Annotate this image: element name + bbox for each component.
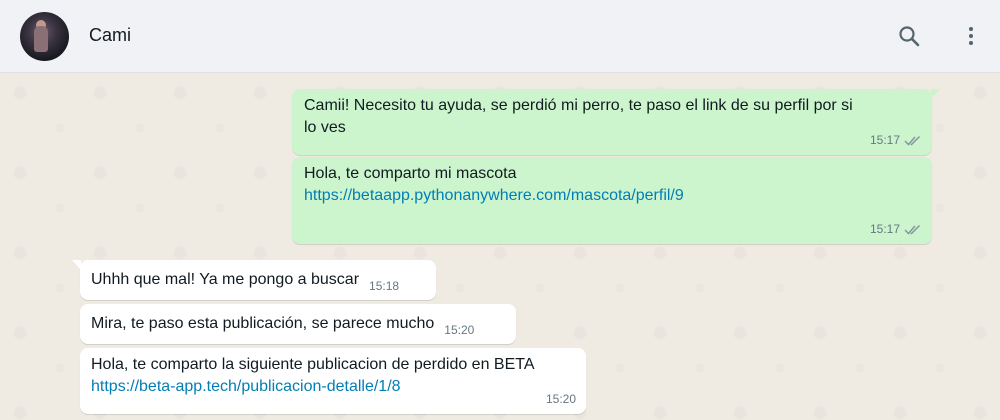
message-meta: 15:17 [870, 129, 922, 151]
message-link[interactable]: https://betaapp.pythonanywhere.com/masco… [304, 185, 920, 207]
chat-area: Camii! Necesito tu ayuda, se perdió mi p… [0, 73, 1000, 420]
message-incoming[interactable]: Uhhh que mal! Ya me pongo a buscar 15:18 [72, 260, 436, 300]
message-outgoing[interactable]: Camii! Necesito tu ayuda, se perdió mi p… [292, 89, 940, 155]
message-time: 15:18 [369, 279, 400, 293]
double-check-icon [904, 224, 921, 235]
bubble-tail [72, 260, 81, 270]
chat-header: Cami [0, 0, 1000, 73]
double-check-icon [904, 135, 921, 146]
contact-avatar[interactable] [20, 12, 69, 61]
bubble-tail [931, 89, 940, 99]
message-outgoing[interactable]: Hola, te comparto mi mascota https://bet… [292, 157, 932, 244]
message-text-line: Camii! Necesito tu ayuda, se perdió mi p… [304, 97, 853, 114]
message-time: 15:17 [869, 133, 900, 147]
message-text: Uhhh que mal! Ya me pongo a buscar [91, 271, 360, 288]
contact-name[interactable]: Cami [89, 25, 131, 46]
message-time: 15:17 [869, 222, 900, 236]
message-text: Hola, te comparto mi mascota [304, 165, 517, 182]
message-link[interactable]: https://beta-app.tech/publicacion-detall… [91, 376, 574, 398]
message-incoming[interactable]: Hola, te comparto la siguiente publicaci… [80, 348, 586, 414]
message-time: 15:20 [444, 323, 475, 337]
message-text-line: lo ves [304, 119, 346, 136]
message-time: 15:20 [545, 392, 576, 406]
kebab-menu-icon [969, 27, 973, 45]
message-text: Mira, te paso esta publicación, se parec… [91, 315, 435, 332]
message-meta: 15:17 [870, 218, 922, 240]
message-incoming[interactable]: Mira, te paso esta publicación, se parec… [80, 304, 516, 344]
search-icon [899, 26, 920, 47]
menu-button[interactable] [955, 20, 987, 52]
message-meta: 15:20 [546, 388, 576, 410]
message-text: Hola, te comparto la siguiente publicaci… [91, 356, 535, 373]
search-button[interactable] [893, 20, 925, 52]
avatar-body-shape [34, 26, 48, 52]
